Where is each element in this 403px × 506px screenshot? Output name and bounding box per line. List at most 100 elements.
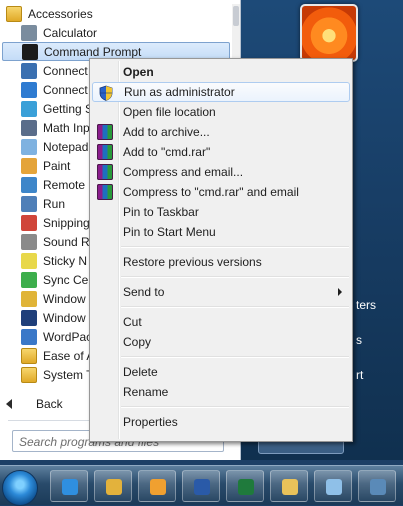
internet-explorer-icon [62, 479, 78, 495]
program-item-label: Getting S [43, 101, 94, 116]
right-pane-item[interactable]: s [356, 333, 362, 347]
menu-item-label: Rename [123, 385, 169, 399]
winrar-icon [97, 124, 113, 140]
windows-explorer-icon [106, 479, 122, 495]
back-button[interactable]: Back [6, 396, 63, 412]
program-item-label: Window [43, 291, 86, 306]
taskbar-button[interactable] [138, 470, 176, 502]
user-picture[interactable] [300, 4, 358, 62]
menu-item[interactable]: Copy [92, 332, 350, 352]
winrar-icon [97, 144, 113, 160]
menu-item-label: Run as administrator [124, 85, 235, 99]
program-item-label: Snipping [43, 215, 90, 230]
program-item-label: Run [43, 196, 66, 211]
menu-item-label: Open [123, 65, 154, 79]
program-item[interactable]: Accessories [0, 4, 232, 23]
program-item-label: Math Inp [43, 120, 90, 135]
right-pane-item[interactable]: ters [356, 298, 376, 312]
menu-separator [121, 246, 349, 248]
windows-explorer-icon [21, 290, 37, 307]
outlook-icon [150, 479, 166, 495]
program-item-label: Notepad [43, 139, 89, 154]
menu-item-label: Properties [123, 415, 178, 429]
excel-icon [238, 479, 254, 495]
menu-item-label: Compress to "cmd.rar" and email [123, 185, 299, 199]
menu-item[interactable]: Send to [92, 282, 350, 302]
program-item-label: System T [43, 367, 94, 382]
menu-item[interactable]: Cut [92, 312, 350, 332]
menu-item[interactable]: Rename [92, 382, 350, 402]
paint-icon [21, 157, 37, 174]
math-input-icon [21, 119, 37, 136]
windows-powershell-icon [21, 309, 37, 326]
sync-center-icon [21, 271, 37, 288]
program-item-label: Ease of A [43, 348, 95, 363]
menu-item-label: Add to "cmd.rar" [123, 145, 211, 159]
program-item-label: Connect [43, 63, 88, 78]
program-item-label: Calculator [43, 25, 98, 40]
submenu-arrow-icon [338, 288, 342, 296]
menu-item[interactable]: Open [92, 62, 350, 82]
menu-separator [121, 306, 349, 308]
program-item[interactable]: Calculator [0, 23, 232, 42]
taskbar-button[interactable] [358, 470, 396, 502]
word-icon [194, 479, 210, 495]
remote-icon [21, 176, 37, 193]
menu-item[interactable]: Add to "cmd.rar" [92, 142, 350, 162]
taskbar-button[interactable] [226, 470, 264, 502]
taskbar-button[interactable] [182, 470, 220, 502]
menu-item[interactable]: Pin to Start Menu [92, 222, 350, 242]
taskbar-button[interactable] [94, 470, 132, 502]
remote-desktop-icon [21, 81, 37, 98]
program-item-label: Sync Cen [43, 272, 96, 287]
notepad-icon [326, 479, 342, 495]
folder-icon [21, 366, 37, 383]
right-pane-item[interactable]: rt [356, 368, 363, 382]
sound-recorder-icon [21, 233, 37, 250]
menu-item-label: Delete [123, 365, 158, 379]
menu-item[interactable]: Add to archive... [92, 122, 350, 142]
uac-shield-icon [98, 85, 114, 101]
program-item-label: Command Prompt [44, 44, 142, 59]
menu-item[interactable]: Pin to Taskbar [92, 202, 350, 222]
menu-separator [121, 356, 349, 358]
menu-item-label: Open file location [123, 105, 216, 119]
taskbar-button[interactable] [270, 470, 308, 502]
taskbar-button[interactable] [50, 470, 88, 502]
menu-item-label: Restore previous versions [123, 255, 262, 269]
menu-item-label: Pin to Taskbar [123, 205, 199, 219]
program-item-label: Window [43, 310, 86, 325]
getting-started-icon [21, 100, 37, 117]
context-menu: Open Run as administrator Open file locati… [89, 58, 353, 442]
program-item-label: Sticky N [43, 253, 88, 268]
menu-item-label: Compress and email... [123, 165, 244, 179]
winrar-icon [97, 184, 113, 200]
program-item-label: Sound R [43, 234, 90, 249]
taskbar-button[interactable] [314, 470, 352, 502]
wordpad-icon [21, 328, 37, 345]
menu-separator [121, 406, 349, 408]
program-item-label: Connect [43, 82, 88, 97]
menu-item-label: Cut [123, 315, 142, 329]
menu-separator [121, 276, 349, 278]
scrollbar-thumb[interactable] [233, 6, 239, 26]
menu-item-label: Pin to Start Menu [123, 225, 216, 239]
menu-item-label: Add to archive... [123, 125, 210, 139]
menu-item[interactable]: Compress to "cmd.rar" and email [92, 182, 350, 202]
menu-item-label: Copy [123, 335, 152, 349]
menu-item[interactable]: Restore previous versions [92, 252, 350, 272]
menu-item[interactable]: Properties [92, 412, 350, 432]
start-button[interactable] [2, 470, 38, 506]
program-item-label: Remote [43, 177, 86, 192]
folder-icon [282, 479, 298, 495]
menu-item-label: Send to [123, 285, 165, 299]
program-item-label: WordPac [43, 329, 93, 344]
calculator-icon [21, 24, 37, 41]
menu-item[interactable]: Run as administrator [92, 82, 350, 102]
menu-item[interactable]: Compress and email... [92, 162, 350, 182]
connect-projector-icon [21, 62, 37, 79]
menu-item[interactable]: Delete [92, 362, 350, 382]
menu-item[interactable]: Open file location [92, 102, 350, 122]
command-prompt-icon [22, 43, 38, 60]
notepad-icon [21, 138, 37, 155]
